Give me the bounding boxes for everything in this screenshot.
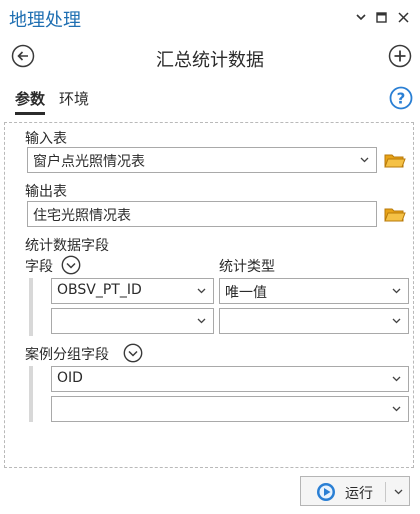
input-table-label: 输入表	[25, 131, 67, 147]
input-table-value: 窗户点光照情况表	[33, 154, 145, 170]
maximize-button[interactable]	[372, 8, 390, 26]
chevron-down-icon	[392, 288, 401, 294]
expand-icon	[61, 255, 81, 275]
run-options-dropdown[interactable]	[394, 489, 403, 495]
stat-rows-indicator	[29, 278, 33, 336]
close-icon	[397, 11, 409, 23]
help-icon: ?	[389, 86, 413, 110]
folder-icon	[384, 208, 406, 222]
case-fields-label: 案例分组字段	[25, 347, 109, 363]
input-table-dropdown[interactable]: 窗户点光照情况表	[27, 147, 377, 173]
case-rows-indicator	[29, 366, 33, 422]
run-icon	[317, 483, 335, 501]
stat-type-dropdown-1[interactable]: 唯一值	[219, 278, 409, 304]
chevron-down-icon	[197, 288, 206, 294]
stat-type-value-1: 唯一值	[225, 285, 267, 301]
case-field-dropdown-2[interactable]	[51, 396, 409, 422]
dropdown-icon	[356, 13, 366, 20]
output-table-label: 输出表	[25, 184, 67, 200]
output-table-browse-button[interactable]	[384, 206, 406, 224]
stat-field-expand-button[interactable]	[61, 255, 81, 275]
expand-icon	[123, 343, 143, 363]
folder-icon	[384, 154, 406, 168]
stat-field-dropdown-1[interactable]: OBSV_PT_ID	[51, 278, 214, 304]
run-divider	[385, 482, 386, 502]
svg-text:?: ?	[397, 90, 406, 108]
footer-bar: 运行	[0, 474, 420, 514]
help-button[interactable]: ?	[389, 86, 413, 110]
run-button[interactable]: 运行	[300, 476, 410, 506]
window-titlebar: 地理处理	[0, 0, 420, 37]
close-button[interactable]	[394, 8, 412, 26]
tab-bar: 参数 环境 ?	[0, 84, 420, 116]
chevron-down-icon	[197, 318, 206, 324]
output-table-input[interactable]: 住宅光照情况表	[27, 201, 377, 227]
tab-parameters[interactable]: 参数	[15, 88, 46, 115]
stat-field-value-1: OBSV_PT_ID	[57, 282, 142, 298]
add-button[interactable]	[388, 44, 412, 68]
stat-field-column-label: 字段	[25, 259, 53, 275]
parameters-panel: 输入表 窗户点光照情况表 输出表 住宅光照情况表 统计数据字段 字段 统计类型 …	[4, 122, 414, 468]
maximize-icon	[375, 11, 387, 23]
chevron-down-icon	[392, 318, 401, 324]
input-table-browse-button[interactable]	[384, 152, 406, 170]
stat-type-column-label: 统计类型	[219, 259, 275, 275]
tool-title: 汇总统计数据	[156, 50, 264, 71]
stat-field-dropdown-2[interactable]	[51, 308, 214, 334]
window-menu-dropdown[interactable]	[352, 8, 370, 26]
output-table-value: 住宅光照情况表	[33, 208, 131, 224]
chevron-down-icon	[392, 406, 401, 412]
case-field-value-1: OID	[57, 370, 83, 386]
window-title: 地理处理	[9, 10, 81, 31]
chevron-down-icon	[360, 157, 369, 163]
stat-fields-label: 统计数据字段	[25, 238, 109, 254]
chevron-down-icon	[392, 376, 401, 382]
tab-environments[interactable]: 环境	[59, 88, 89, 112]
add-icon	[388, 44, 412, 68]
stat-type-dropdown-2[interactable]	[219, 308, 409, 334]
tool-header: 汇总统计数据	[0, 40, 420, 76]
case-field-dropdown-1[interactable]: OID	[51, 366, 409, 392]
case-fields-expand-button[interactable]	[123, 343, 143, 363]
run-label: 运行	[345, 486, 373, 502]
